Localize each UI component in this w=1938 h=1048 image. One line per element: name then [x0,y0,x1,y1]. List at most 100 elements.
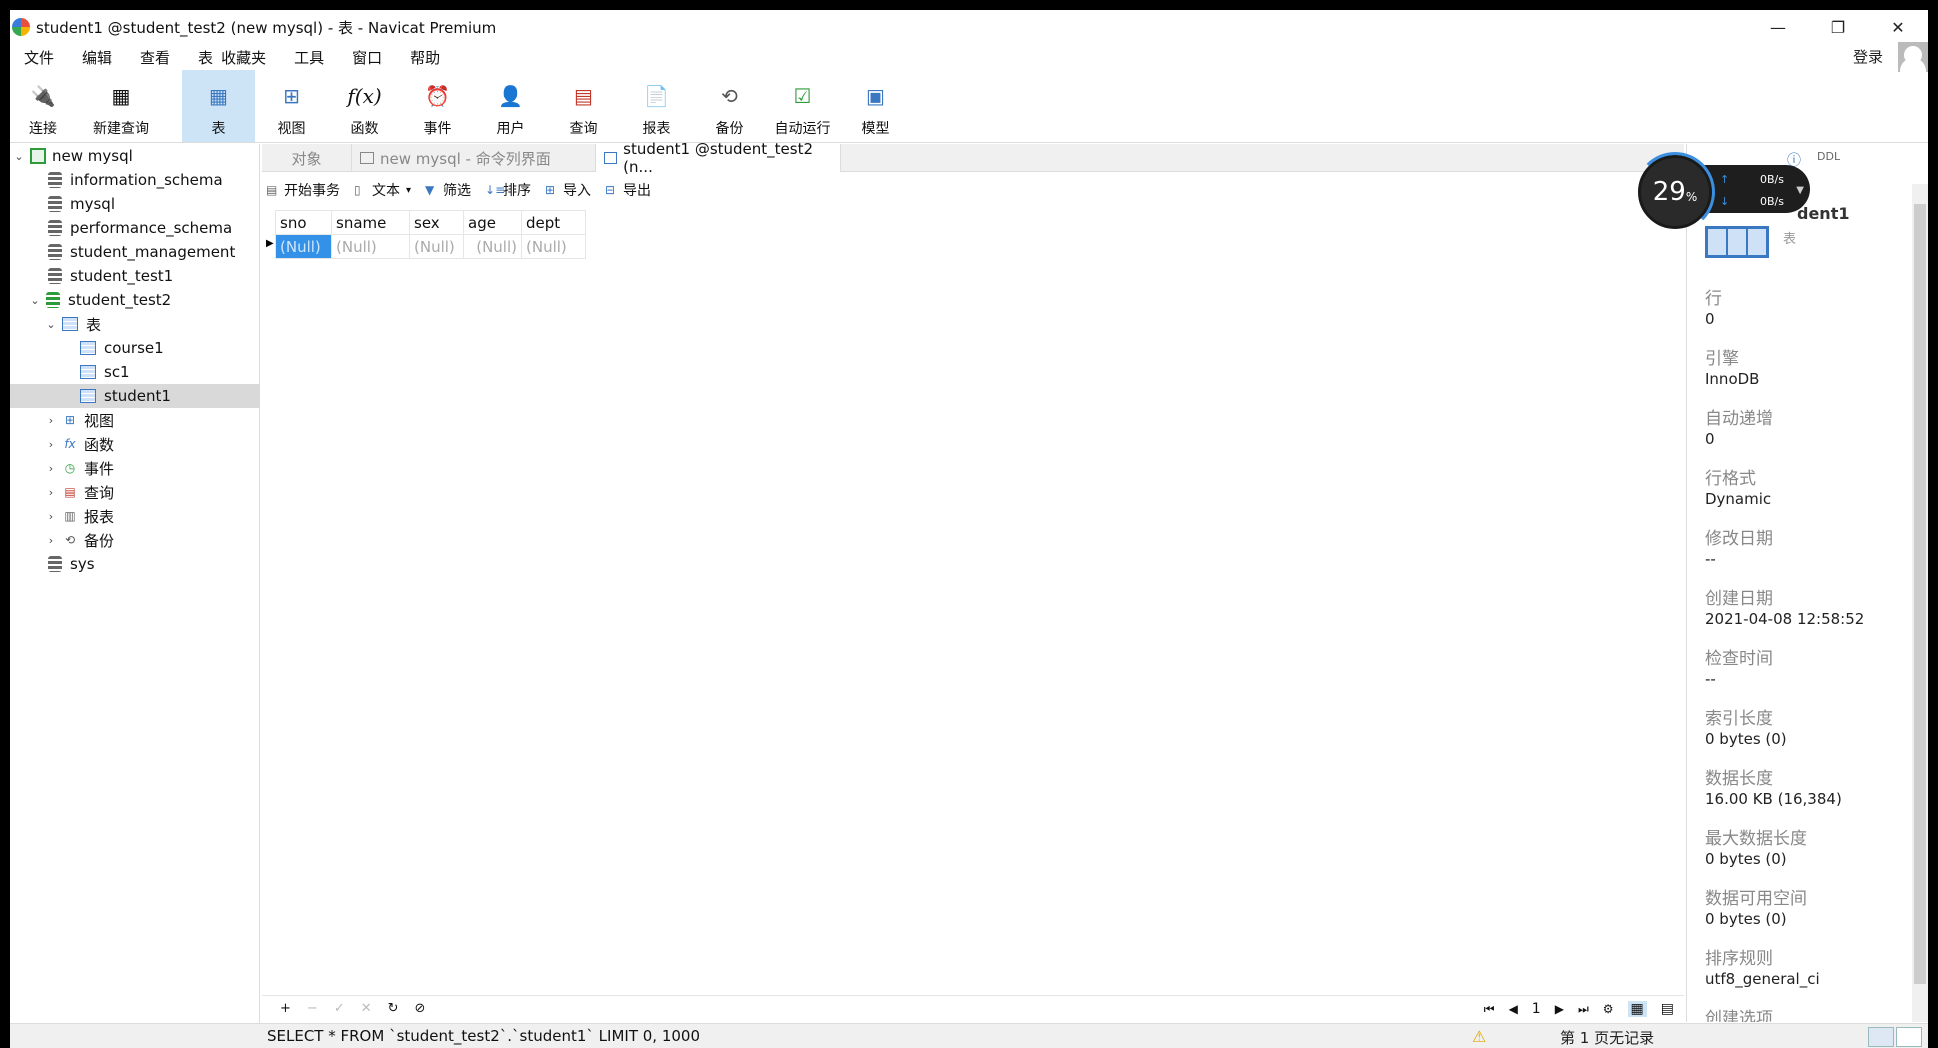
table-icon [80,389,96,403]
column-header-sname[interactable]: sname [331,210,410,235]
column-header-age[interactable]: age [463,210,522,235]
ddl-icon[interactable]: DDL [1817,150,1840,163]
toggle-tree-icon[interactable] [1868,1027,1894,1047]
menu-window[interactable]: 窗口 [338,47,396,68]
event-button[interactable]: ⏰ 事件 [401,70,474,142]
title-bar: student1 @student_test2 (new mysql) - 表 … [10,10,1928,44]
model-button[interactable]: ▣ 模型 [839,70,912,142]
grid-nav-bar: + − ✓ ✕ ↻ ⊘ ⏮ ◀ 1 ▶ ⏭ ⚙ ▦ ▤ [262,995,1684,1023]
toggle-info-icon[interactable] [1896,1027,1922,1047]
tree-db-performance-schema[interactable]: performance_schema [48,216,232,240]
maximize-button[interactable]: ❐ [1808,10,1868,44]
chevron-right-icon[interactable]: › [44,534,58,547]
backup-button[interactable]: ⟲ 备份 [693,70,766,142]
backup-icon: ⟲ [64,533,76,547]
menu-table[interactable]: 表 [184,47,217,68]
apply-changes-icon[interactable]: ✓ [334,1001,345,1016]
chevron-down-icon[interactable]: ⌄ [12,150,26,163]
tab-command-line[interactable]: new mysql - 命令列界面 [352,144,596,172]
close-button[interactable]: ✕ [1868,10,1928,44]
first-page-icon[interactable]: ⏮ [1484,1002,1495,1017]
chevron-right-icon[interactable]: › [44,462,58,475]
user-avatar-icon[interactable] [1898,42,1928,72]
column-header-sex[interactable]: sex [409,210,464,235]
next-page-icon[interactable]: ▶ [1555,1002,1564,1016]
tree-table-course1[interactable]: course1 [80,336,164,360]
menu-file[interactable]: 文件 [10,47,68,68]
user-button[interactable]: 👤 用户 [474,70,547,142]
view-button[interactable]: ⊞ 视图 [255,70,328,142]
grid-view-icon[interactable]: ▦ [1627,1001,1647,1017]
column-header-dept[interactable]: dept [521,210,586,235]
table-button[interactable]: ▦ 表 [182,70,255,142]
login-link[interactable]: 登录 [1853,46,1883,67]
tab-objects[interactable]: 对象 [262,144,352,172]
automation-button[interactable]: ☑ 自动运行 [766,70,839,142]
menu-edit[interactable]: 编辑 [68,47,126,68]
chevron-right-icon[interactable]: › [44,510,58,523]
tree-group-tables[interactable]: ⌄ 表 [44,312,101,336]
chevron-right-icon[interactable]: › [44,414,58,427]
chevron-down-icon[interactable]: ⌄ [28,294,42,307]
tree-db-student-test1[interactable]: student_test1 [48,264,173,288]
filter-icon: ▼ [425,183,435,197]
chevron-down-icon[interactable]: ⌄ [44,318,58,331]
tree-connection[interactable]: ⌄ new mysql [12,144,132,168]
info-label-created: 创建日期 [1705,589,1773,609]
tree-group-backups[interactable]: › ⟲ 备份 [44,528,114,552]
report-button[interactable]: 📄 报表 [620,70,693,142]
text-button[interactable]: ▯ 文本 ▾ [354,180,411,200]
menu-help[interactable]: 帮助 [396,47,454,68]
chevron-right-icon[interactable]: › [44,438,58,451]
tab-student1[interactable]: student1 @student_test2 (n... [596,140,841,176]
grid-cell-sno[interactable]: (Null) [275,234,332,259]
info-scrollbar[interactable] [1912,184,1928,1022]
menu-view[interactable]: 查看 [126,47,184,68]
tree-group-functions[interactable]: › fx 函数 [44,432,114,456]
tree-table-sc1[interactable]: sc1 [80,360,130,384]
minimize-button[interactable]: — [1748,10,1808,44]
tree-db-student-test2[interactable]: ⌄ student_test2 [28,288,171,312]
function-button[interactable]: f(x) 函数 [328,70,401,142]
stop-icon[interactable]: ⊘ [415,1001,426,1016]
import-button[interactable]: ⊞ 导入 [545,180,591,200]
tree-db-student-management[interactable]: student_management [48,240,235,264]
page-number[interactable]: 1 [1532,1001,1541,1017]
tree-group-views[interactable]: › ⊞ 视图 [44,408,114,432]
grid-cell-age[interactable]: (Null) [463,234,522,259]
grid-cell-dept[interactable]: (Null) [521,234,586,259]
tree-db-sys[interactable]: sys [48,552,95,576]
form-view-icon[interactable]: ▤ [1661,1001,1674,1017]
export-button[interactable]: ⊟ 导出 [605,180,651,200]
tree-group-events[interactable]: › ◷ 事件 [44,456,114,480]
tree-group-reports[interactable]: › ▥ 报表 [44,504,114,528]
chevron-down-icon[interactable]: ▼ [1796,185,1804,196]
delete-record-icon[interactable]: − [307,1001,318,1016]
last-page-icon[interactable]: ⏭ [1578,1002,1589,1017]
menu-tools[interactable]: 工具 [280,47,338,68]
grid-cell-sex[interactable]: (Null) [409,234,464,259]
network-speed-widget[interactable]: 29% ↑ 0B/s ↓ 0B/s ▼ [1635,152,1814,232]
menu-favorites[interactable]: 收藏夹 [217,47,280,68]
connect-button[interactable]: 🔌 连接 [10,70,76,142]
chevron-right-icon[interactable]: › [44,486,58,499]
tree-group-queries[interactable]: › ▤ 查询 [44,480,114,504]
add-record-icon[interactable]: + [280,1001,291,1016]
tree-table-student1[interactable]: student1 [10,384,260,408]
sort-button[interactable]: ↓≡ 排序 [485,180,531,200]
info-value-created: 2021-04-08 12:58:52 [1705,610,1865,628]
tree-db-information-schema[interactable]: information_schema [48,168,223,192]
prev-page-icon[interactable]: ◀ [1509,1002,1518,1016]
query-button[interactable]: ▤ 查询 [547,70,620,142]
grid-cell-sname[interactable]: (Null) [331,234,410,259]
filter-button[interactable]: ▼ 筛选 [425,180,471,200]
warning-icon[interactable]: ⚠ [1472,1027,1486,1046]
settings-gear-icon[interactable]: ⚙ [1603,1002,1614,1016]
column-header-sno[interactable]: sno [275,210,332,235]
new-query-button[interactable]: ▦ 新建查询 [76,70,166,142]
scrollbar-thumb[interactable] [1914,204,1926,984]
refresh-icon[interactable]: ↻ [388,1001,399,1016]
discard-changes-icon[interactable]: ✕ [361,1001,372,1016]
tree-db-mysql[interactable]: mysql [48,192,115,216]
begin-transaction-button[interactable]: ▤ 开始事务 [266,180,340,200]
